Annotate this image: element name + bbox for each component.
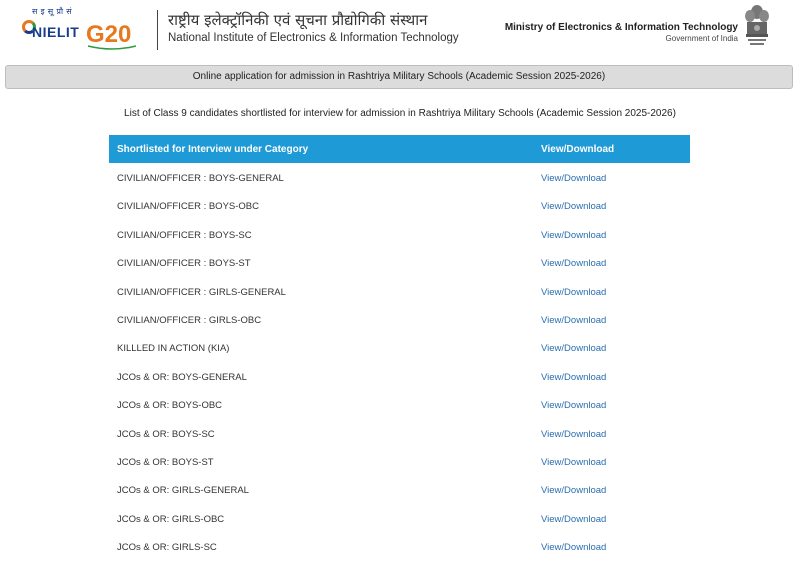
table-row: JCOs & OR: BOYS-GENERAL View/Download: [109, 362, 690, 390]
view-download-link[interactable]: View/Download: [541, 315, 606, 326]
category-cell: CIVILIAN/OFFICER : GIRLS-OBC: [117, 314, 262, 326]
logo-tagline: स इ सू प्रौ सं: [32, 7, 73, 16]
column-header-category: Shortlisted for Interview under Category: [117, 144, 309, 155]
site-header: स इ सू प्रौ सं NIELIT G20 राष्ट्रीय इलेक…: [0, 0, 800, 62]
category-cell: JCOs & OR: GIRLS-OBC: [117, 513, 225, 525]
ministry-name: Ministry of Electronics & Information Te…: [504, 22, 738, 33]
table-row: CIVILIAN/OFFICER : BOYS-ST View/Download: [109, 248, 690, 276]
category-cell: JCOs & OR: BOYS-OBC: [117, 400, 223, 412]
column-header-view-download: View/Download: [541, 144, 615, 155]
category-cell: JCOs & OR: GIRLS-SC: [117, 542, 217, 554]
national-emblem-icon: [745, 5, 769, 45]
view-download-link[interactable]: View/Download: [541, 429, 606, 440]
table-row: CIVILIAN/OFFICER : BOYS-GENERAL View/Down…: [109, 163, 690, 191]
view-download-link[interactable]: View/Download: [541, 514, 606, 525]
list-title: List of Class 9 candidates shortlisted f…: [124, 108, 676, 119]
category-cell: CIVILIAN/OFFICER : BOYS-SC: [117, 229, 252, 241]
view-download-link[interactable]: View/Download: [541, 343, 606, 354]
view-download-link[interactable]: View/Download: [541, 258, 606, 269]
table-row: JCOs & OR: GIRLS-OBC View/Download: [109, 504, 690, 532]
category-cell: JCOs & OR: BOYS-ST: [117, 456, 214, 468]
table-row: KILLLED IN ACTION (KIA) View/Download: [109, 333, 690, 361]
category-cell: CIVILIAN/OFFICER : BOYS-GENERAL: [117, 173, 284, 184]
g20-label: G20: [86, 21, 131, 48]
category-cell: CIVILIAN/OFFICER : GIRLS-GENERAL: [117, 286, 286, 298]
institute-name-english: National Institute of Electronics & Info…: [168, 32, 459, 44]
table-row: CIVILIAN/OFFICER : GIRLS-OBC View/Downloa…: [109, 305, 690, 333]
view-download-link[interactable]: View/Download: [541, 457, 606, 468]
table-row: CIVILIAN/OFFICER : BOYS-OBC View/Download: [109, 191, 690, 219]
category-cell: JCOs & OR: BOYS-GENERAL: [117, 371, 247, 383]
shortlist-table: Shortlisted for Interview under Category…: [109, 135, 690, 560]
view-download-link[interactable]: View/Download: [541, 230, 606, 241]
page-banner: Online application for admission in Rash…: [5, 65, 793, 89]
header-divider: [157, 10, 158, 50]
view-download-link[interactable]: View/Download: [541, 201, 606, 212]
logo-name: NIELIT: [32, 24, 80, 40]
view-download-link[interactable]: View/Download: [541, 542, 606, 553]
category-cell: CIVILIAN/OFFICER : BOYS-OBC: [117, 201, 259, 213]
table-row: JCOs & OR: BOYS-OBC View/Download: [109, 390, 690, 418]
institute-name-hindi: राष्ट्रीय इलेक्ट्रॉनिकी एवं सूचना प्रौद्…: [168, 11, 428, 29]
table-row: JCOs & OR: GIRLS-SC View/Download: [109, 532, 690, 560]
table-row: CIVILIAN/OFFICER : GIRLS-GENERAL View/Dow…: [109, 277, 690, 305]
table-row: JCOs & OR: BOYS-SC View/Download: [109, 419, 690, 447]
table-row: CIVILIAN/OFFICER : BOYS-SC View/Download: [109, 220, 690, 248]
table-row: JCOs & OR: BOYS-ST View/Download: [109, 447, 690, 475]
g20-logo: G20: [86, 21, 137, 50]
government-name: Government of India: [665, 34, 738, 43]
view-download-link[interactable]: View/Download: [541, 485, 606, 496]
table-row: JCOs & OR: GIRLS-GENERAL View/Download: [109, 475, 690, 503]
view-download-link[interactable]: View/Download: [541, 400, 606, 411]
view-download-link[interactable]: View/Download: [541, 173, 606, 184]
table-header: Shortlisted for Interview under Category…: [109, 135, 690, 163]
view-download-link[interactable]: View/Download: [541, 372, 606, 383]
category-cell: KILLLED IN ACTION (KIA): [117, 343, 230, 355]
category-cell: JCOs & OR: BOYS-SC: [117, 428, 215, 440]
category-cell: CIVILIAN/OFFICER : BOYS-ST: [117, 258, 251, 270]
view-download-link[interactable]: View/Download: [541, 287, 606, 298]
category-cell: JCOs & OR: GIRLS-GENERAL: [117, 485, 249, 497]
nielit-logo[interactable]: स इ सू प्रौ सं NIELIT G20: [22, 6, 142, 52]
